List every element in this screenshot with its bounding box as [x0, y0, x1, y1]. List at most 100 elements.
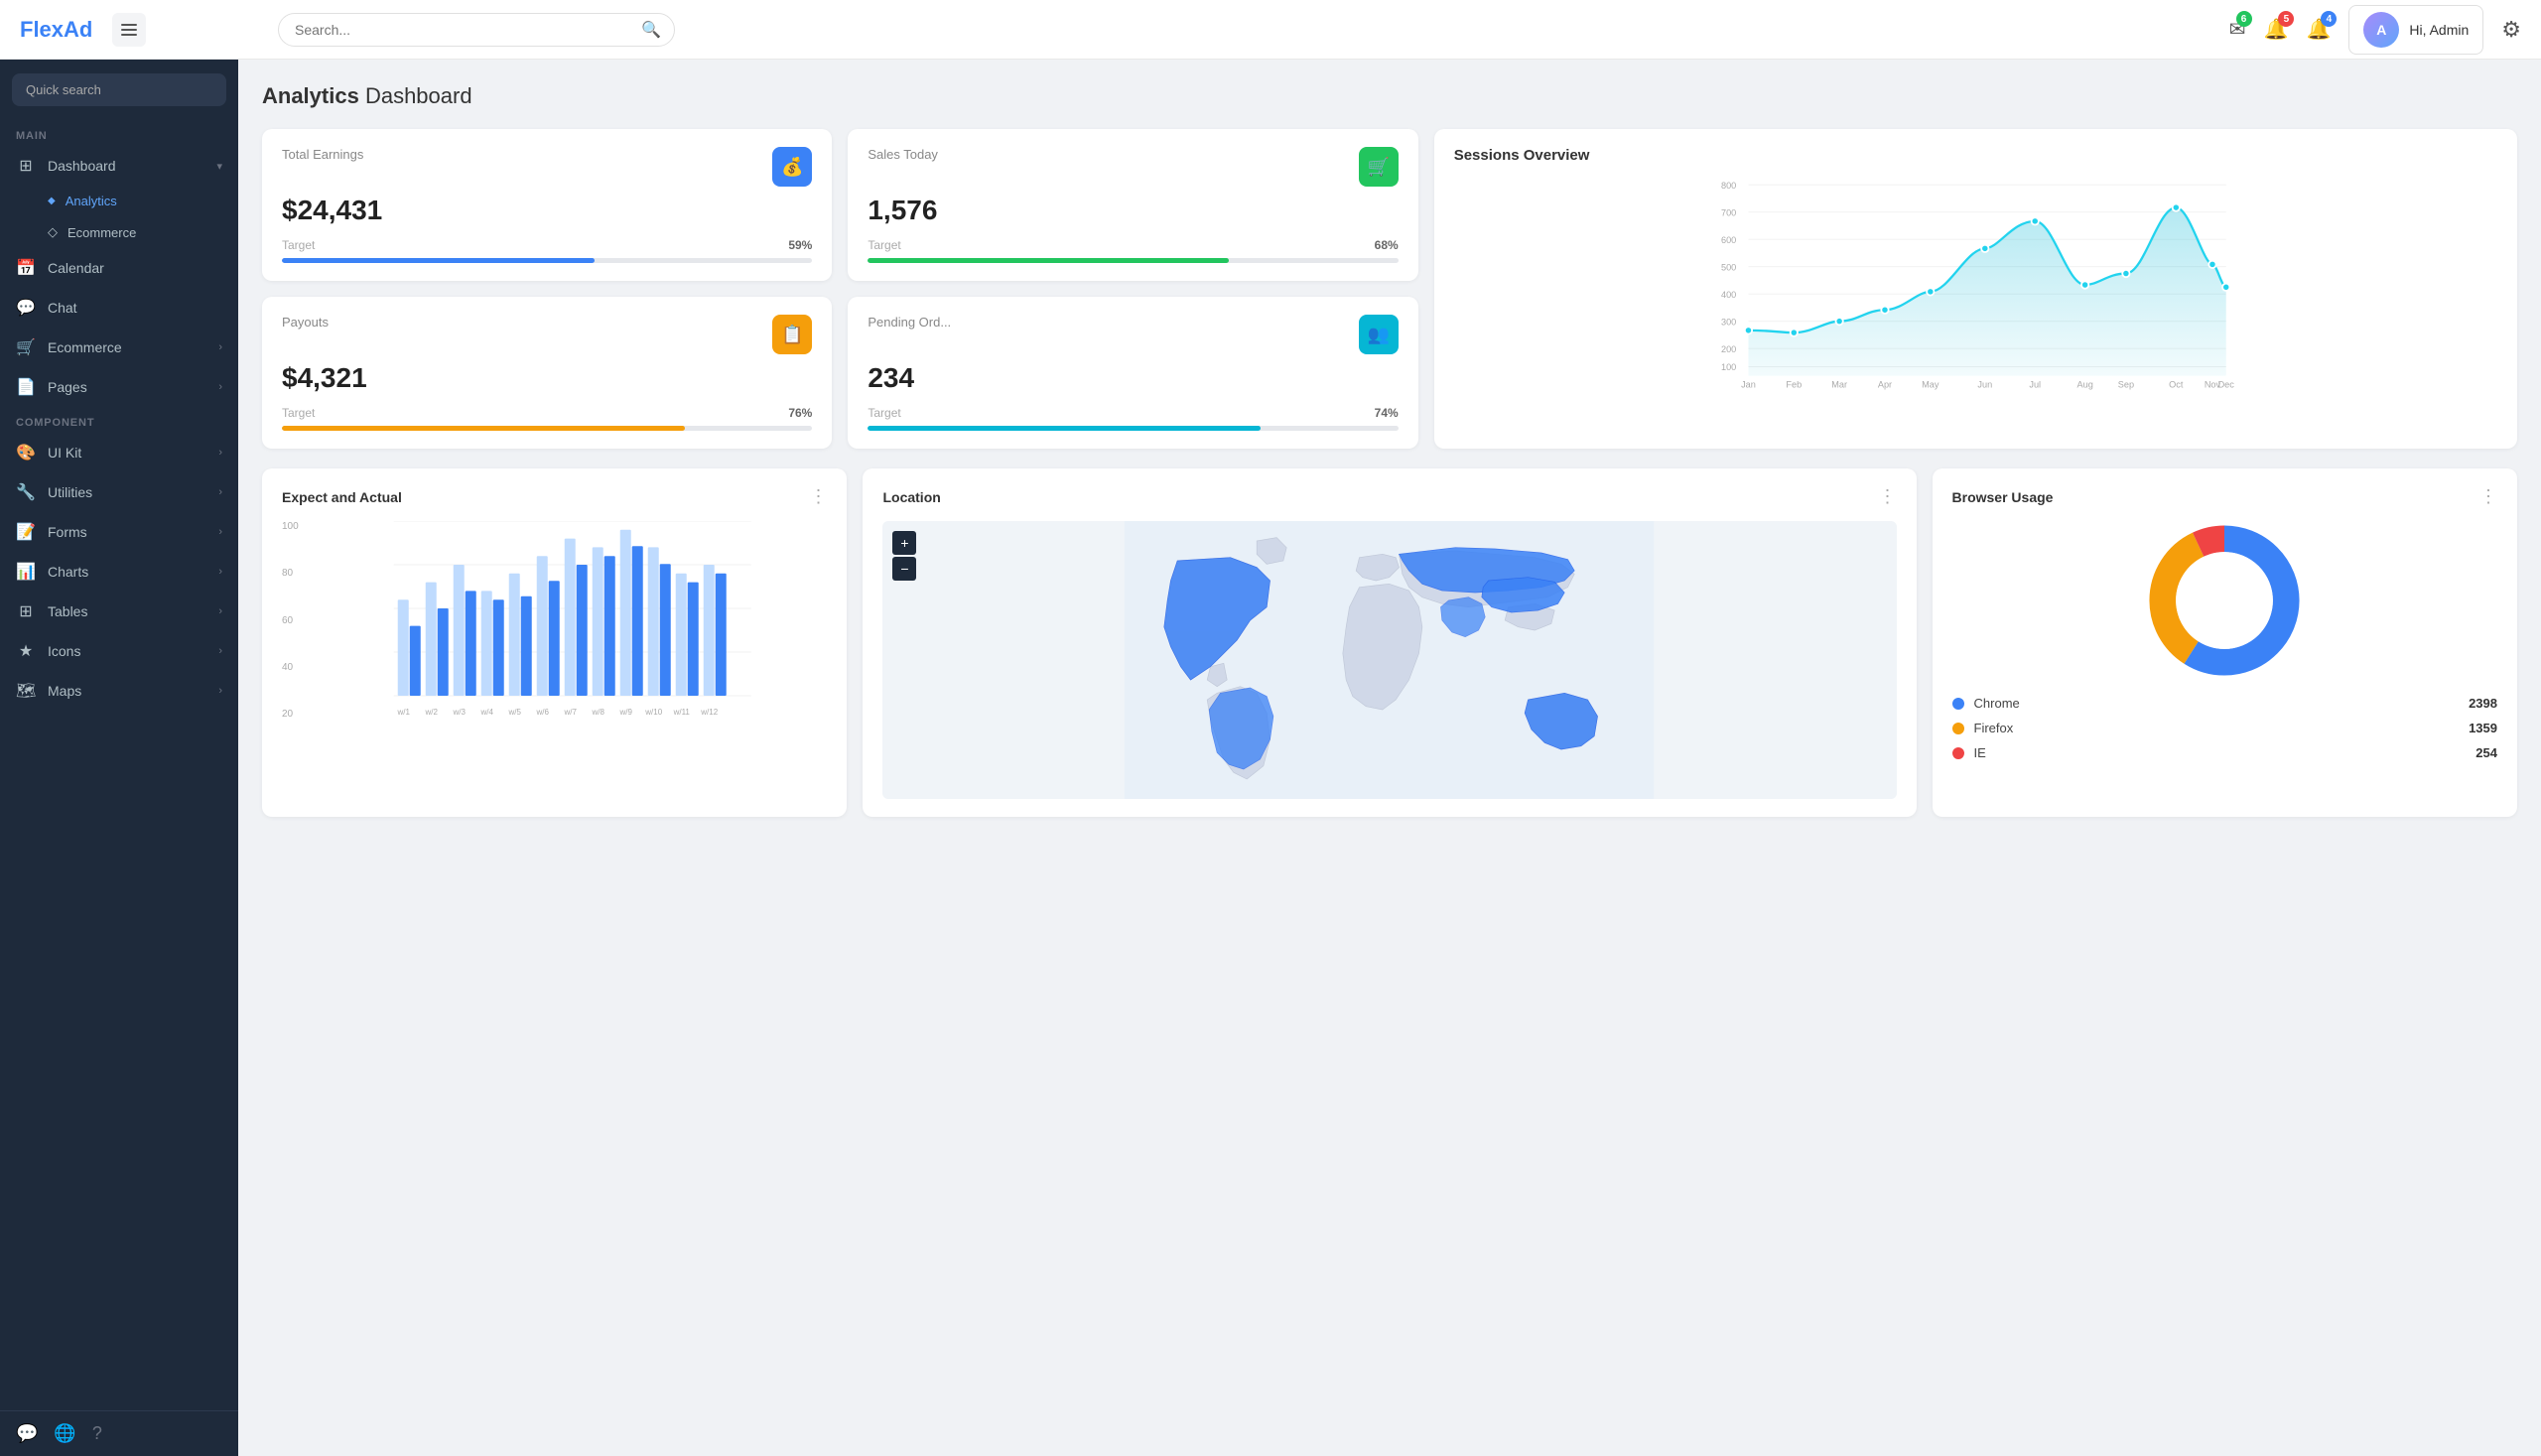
svg-text:400: 400 — [1721, 290, 1736, 300]
chrome-value: 2398 — [2469, 696, 2497, 711]
sidebar-item-label: Analytics — [66, 194, 117, 208]
sidebar-item-icons[interactable]: ★ Icons › — [0, 631, 238, 671]
user-menu[interactable]: A Hi, Admin — [2348, 5, 2483, 55]
sidebar-item-maps[interactable]: 🗺 Maps › — [0, 671, 238, 711]
stat-title: Sales Today — [868, 147, 938, 162]
browser-usage-title: Browser Usage — [1952, 489, 2054, 505]
sidebar-item-dashboard[interactable]: ⊞ Dashboard ▾ — [0, 146, 238, 186]
sidebar-item-label: Forms — [48, 524, 206, 540]
sidebar-toggle-button[interactable] — [112, 13, 146, 47]
notification-button-1[interactable]: 🔔 5 — [2264, 17, 2289, 42]
help-bottom-icon[interactable]: ? — [92, 1423, 102, 1444]
stat-target-label: Target — [282, 238, 315, 252]
browser-legend: Chrome 2398 Firefox 1359 IE 254 — [1952, 696, 2497, 760]
stat-card-pending-orders: Pending Ord... 👥 234 Target 74% — [848, 297, 1417, 449]
svg-text:w/11: w/11 — [673, 708, 691, 717]
stat-pct-sales: 68% — [1375, 238, 1399, 252]
email-button[interactable]: ✉ 6 — [2229, 17, 2246, 42]
chevron-right-icon: › — [218, 447, 222, 459]
chevron-down-icon: ▾ — [216, 160, 222, 173]
sidebar-item-calendar[interactable]: 📅 Calendar — [0, 248, 238, 288]
svg-text:Mar: Mar — [1831, 380, 1847, 390]
sidebar-item-label: Chat — [48, 300, 222, 316]
stat-icon-earnings: 💰 — [772, 147, 812, 187]
svg-text:Oct: Oct — [2169, 380, 2184, 390]
sidebar-item-label: Ecommerce — [67, 225, 136, 240]
ui-kit-icon: 🎨 — [16, 443, 36, 463]
sidebar-item-ecommerce[interactable]: 🛒 Ecommerce › — [0, 328, 238, 367]
notification-button-2[interactable]: 🔔 4 — [2306, 17, 2331, 42]
svg-text:w/12: w/12 — [700, 708, 718, 717]
email-badge: 6 — [2236, 11, 2252, 27]
progress-bar-earnings — [282, 258, 812, 263]
utilities-icon: 🔧 — [16, 482, 36, 502]
globe-bottom-icon[interactable]: 🌐 — [54, 1423, 75, 1444]
chevron-right-icon: › — [218, 381, 222, 393]
quick-search[interactable]: Quick search — [12, 73, 226, 106]
sessions-title: Sessions Overview — [1454, 147, 2497, 164]
sidebar-item-ecommerce-sub[interactable]: ◇ Ecommerce — [0, 216, 238, 248]
sidebar-item-forms[interactable]: 📝 Forms › — [0, 512, 238, 552]
legend-item-chrome: Chrome 2398 — [1952, 696, 2497, 711]
world-map-svg — [882, 521, 1896, 799]
map-zoom-out-button[interactable]: − — [892, 557, 916, 581]
charts-icon: 📊 — [16, 562, 36, 582]
bottom-row: Expect and Actual ⋮ 100 80 60 40 20 — [262, 468, 2517, 817]
expect-actual-chart: w/1 w/2 w/3 w/4 w/5 w/6 w/7 w/8 w/9 w/10… — [318, 521, 827, 739]
legend-item-ie: IE 254 — [1952, 745, 2497, 760]
stat-pct-payouts: 76% — [788, 406, 812, 420]
svg-text:Feb: Feb — [1786, 380, 1802, 390]
browser-usage-menu-button[interactable]: ⋮ — [2479, 486, 2497, 507]
user-name: Hi, Admin — [2409, 22, 2469, 38]
expect-actual-menu-button[interactable]: ⋮ — [809, 486, 827, 507]
chat-bottom-icon[interactable]: 💬 — [16, 1423, 38, 1444]
sidebar-item-analytics[interactable]: ◆ Analytics — [0, 186, 238, 216]
sub-dot-icon: ◇ — [48, 224, 58, 240]
map-controls: + − — [892, 531, 916, 581]
sidebar-item-label: Ecommerce — [48, 339, 206, 355]
progress-bar-payouts — [282, 426, 812, 431]
sidebar-item-tables[interactable]: ⊞ Tables › — [0, 592, 238, 631]
svg-text:w/10: w/10 — [644, 708, 662, 717]
chevron-right-icon: › — [218, 341, 222, 353]
sidebar-item-chat[interactable]: 💬 Chat — [0, 288, 238, 328]
chart-header: Browser Usage ⋮ — [1952, 486, 2497, 507]
svg-text:w/2: w/2 — [425, 708, 439, 717]
svg-text:300: 300 — [1721, 317, 1736, 327]
svg-text:May: May — [1922, 380, 1939, 390]
settings-button[interactable]: ⚙ — [2501, 17, 2521, 43]
stat-value-sales: 1,576 — [868, 195, 1398, 226]
sidebar-item-charts[interactable]: 📊 Charts › — [0, 552, 238, 592]
chrome-dot — [1952, 698, 1964, 710]
svg-text:w/3: w/3 — [453, 708, 467, 717]
location-menu-button[interactable]: ⋮ — [1879, 486, 1897, 507]
search-container: 🔍 — [278, 13, 675, 47]
ie-label: IE — [1974, 745, 2467, 760]
search-input[interactable] — [278, 13, 675, 47]
location-card: Location ⋮ + − — [863, 468, 1916, 817]
maps-icon: 🗺 — [16, 681, 36, 701]
sidebar-item-pages[interactable]: 📄 Pages › — [0, 367, 238, 407]
section-main: MAIN — [0, 120, 238, 146]
sidebar-item-ui-kit[interactable]: 🎨 UI Kit › — [0, 433, 238, 472]
svg-text:w/1: w/1 — [397, 708, 411, 717]
svg-text:w/5: w/5 — [508, 708, 522, 717]
map-zoom-in-button[interactable]: + — [892, 531, 916, 555]
stat-value-payouts: $4,321 — [282, 362, 812, 394]
stat-card-sales-today: Sales Today 🛒 1,576 Target 68% — [848, 129, 1417, 281]
stat-icon-pending: 👥 — [1359, 315, 1399, 354]
dashboard-icon: ⊞ — [16, 156, 36, 176]
progress-bar-sales — [868, 258, 1398, 263]
chevron-right-icon: › — [218, 645, 222, 657]
sidebar-item-label: Dashboard — [48, 158, 204, 174]
notification-badge-2: 4 — [2321, 11, 2337, 27]
sidebar-item-label: Tables — [48, 603, 206, 619]
chevron-right-icon: › — [218, 526, 222, 538]
sidebar-item-label: Maps — [48, 683, 206, 699]
svg-text:w/8: w/8 — [592, 708, 605, 717]
sidebar-item-utilities[interactable]: 🔧 Utilities › — [0, 472, 238, 512]
chart-header: Location ⋮ — [882, 486, 1896, 507]
stat-pct-earnings: 59% — [788, 238, 812, 252]
stat-value-earnings: $24,431 — [282, 195, 812, 226]
svg-text:Sep: Sep — [2117, 380, 2133, 390]
